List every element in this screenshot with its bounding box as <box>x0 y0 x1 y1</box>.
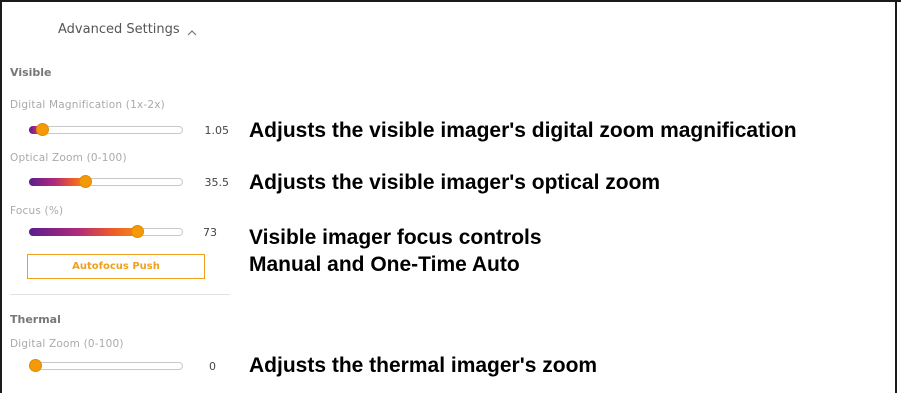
focus-label: Focus (%) <box>10 205 64 217</box>
slider-thumb[interactable] <box>78 175 92 188</box>
annotation-optical-zoom: Adjusts the visible imager's optical zoo… <box>249 171 661 194</box>
slider-thumb[interactable] <box>29 359 42 372</box>
digital-magnification-value: 1.05 <box>204 124 230 137</box>
autofocus-push-button[interactable]: Autofocus Push <box>27 254 205 279</box>
optical-zoom-slider[interactable] <box>29 175 183 188</box>
annotation-thermal-zoom: Adjusts the thermal imager's zoom <box>249 354 598 377</box>
frame-border-right <box>895 0 897 393</box>
slider-thumb[interactable] <box>36 123 49 136</box>
digital-magnification-label: Digital Magnification (1x-2x) <box>10 99 165 111</box>
advanced-settings-label: Advanced Settings <box>58 22 180 37</box>
thermal-digital-zoom-value: 0 <box>209 360 216 373</box>
focus-slider[interactable] <box>29 225 183 238</box>
annotation-focus-line2: Manual and One-Time Auto <box>249 253 520 276</box>
focus-value: 73 <box>203 226 217 239</box>
thermal-section-label: Thermal <box>10 313 61 326</box>
slider-track <box>29 362 183 370</box>
thermal-digital-zoom-label: Digital Zoom (0-100) <box>10 338 124 350</box>
annotation-focus-line1: Visible imager focus controls <box>249 226 542 249</box>
frame-border-top <box>0 0 901 2</box>
digital-magnification-slider[interactable] <box>29 123 183 136</box>
slider-track <box>29 126 183 134</box>
advanced-settings-toggle[interactable]: Advanced Settings <box>58 22 198 37</box>
frame-border-left <box>0 0 2 393</box>
annotation-digital-magnification: Adjusts the visible imager's digital zoo… <box>249 119 797 142</box>
optical-zoom-label: Optical Zoom (0-100) <box>10 152 127 164</box>
slider-thumb[interactable] <box>131 225 145 238</box>
thermal-digital-zoom-slider[interactable] <box>29 359 183 372</box>
section-divider <box>10 294 230 295</box>
visible-section-label: Visible <box>10 66 52 79</box>
slider-fill <box>29 228 140 236</box>
optical-zoom-value: 35.5 <box>204 176 230 189</box>
chevron-up-icon <box>186 24 198 36</box>
